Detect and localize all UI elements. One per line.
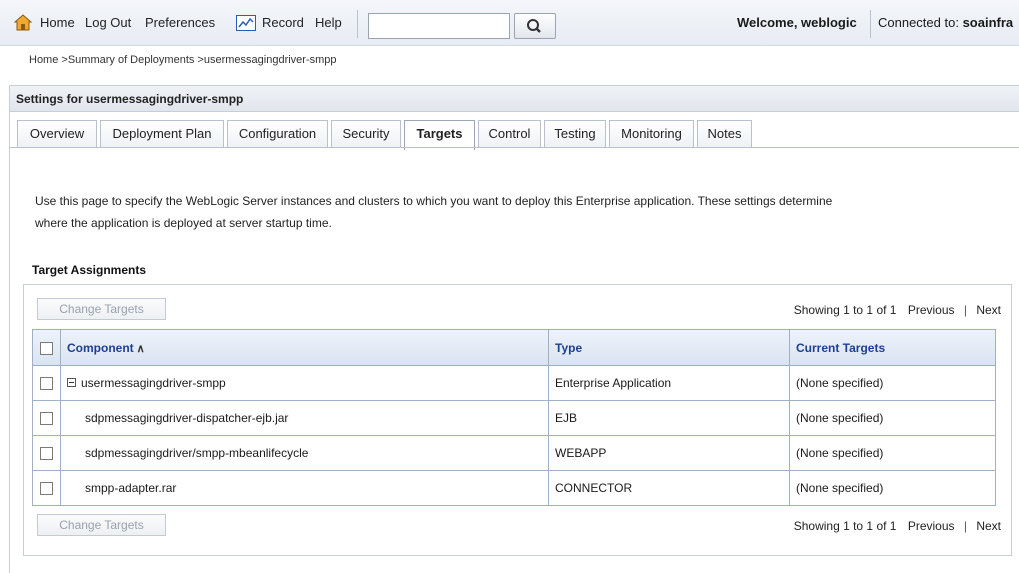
next-link[interactable]: Next [976,519,1001,533]
help-link[interactable]: Help [315,15,342,30]
type-cell: Enterprise Application [548,365,790,401]
record-link[interactable]: Record [262,15,304,30]
breadcrumb-separator: > [58,54,68,66]
type-cell: EJB [548,400,790,436]
component-cell: smpp-adapter.rar [60,470,549,506]
table-row: smpp-adapter.rar CONNECTOR (None specifi… [32,470,996,506]
tab-overview[interactable]: Overview [17,120,97,148]
breadcrumb-current: usermessagingdriver-smpp [203,54,337,66]
preferences-link[interactable]: Preferences [145,15,215,30]
tab-deployment-plan[interactable]: Deployment Plan [100,120,224,148]
row-checkbox[interactable] [40,412,53,426]
home-link[interactable]: Home [40,15,75,30]
paging-separator: | [963,519,967,533]
row-select-cell [32,435,61,471]
target-assignments-box: Change Targets Showing 1 to 1 of 1 Previ… [23,284,1012,556]
search-icon [527,19,541,33]
top-toolbar: Home Log Out Preferences Record Help Wel… [0,0,1019,46]
row-select-cell [32,470,61,506]
column-header-component[interactable]: Component ∧ [60,329,549,366]
tab-divider [10,147,1019,148]
table-row: sdpmessagingdriver-dispatcher-ejb.jar EJ… [32,400,996,436]
row-checkbox[interactable] [40,377,53,391]
row-select-cell [32,365,61,401]
panel-header: Settings for usermessagingdriver-smpp [10,86,1019,112]
pagination: Showing 1 to 1 of 1 Previous | Next [794,303,1001,317]
table-row: sdpmessagingdriver/smpp-mbeanlifecycle W… [32,435,996,471]
page-title: Settings for usermessagingdriver-smpp [16,92,244,106]
previous-link[interactable]: Previous [908,303,955,317]
toolbar-divider [870,10,871,38]
type-cell: CONNECTOR [548,470,790,506]
column-header-label: Component [67,340,134,355]
column-header-type[interactable]: Type [548,329,790,366]
targets-cell: (None specified) [789,400,996,436]
tab-notes[interactable]: Notes [697,120,752,148]
home-icon[interactable] [14,14,32,31]
paging-status: Showing 1 to 1 of 1 [793,519,897,533]
change-targets-button[interactable]: Change Targets [37,514,166,536]
connected-status: Connected to: soainfra [878,15,1013,30]
component-cell: sdpmessagingdriver-dispatcher-ejb.jar [60,400,549,436]
search-button[interactable] [514,13,556,39]
description-line: where the application is deployed at ser… [35,216,332,230]
paging-separator: | [963,303,967,317]
target-assignments-table: Component ∧ Type Current Targets usermess… [32,329,996,506]
page-description: Use this page to specify the WebLogic Se… [35,190,985,234]
sort-ascending-icon: ∧ [136,342,145,355]
targets-cell: (None specified) [789,470,996,506]
targets-cell: (None specified) [789,365,996,401]
target-assignments-heading: Target Assignments [32,263,147,277]
logout-link[interactable]: Log Out [85,15,131,30]
paging-status: Showing 1 to 1 of 1 [793,303,897,317]
table-row: usermessagingdriver-smpp Enterprise Appl… [32,365,996,401]
row-select-cell [32,400,61,436]
tab-control[interactable]: Control [478,120,541,148]
breadcrumb: Home >Summary of Deployments >usermessag… [29,54,337,66]
record-icon[interactable] [236,15,256,31]
welcome-text: Welcome, weblogic [737,15,857,30]
connected-domain: soainfra [962,15,1014,30]
table-header-row: Component ∧ Type Current Targets [32,329,996,366]
previous-link[interactable]: Previous [908,519,955,533]
connected-label: Connected to: [878,15,963,30]
breadcrumb-summary-of-deployments[interactable]: Summary of Deployments [68,54,195,66]
tab-targets[interactable]: Targets [404,120,475,150]
row-checkbox[interactable] [40,447,53,461]
breadcrumb-home[interactable]: Home [29,54,58,66]
tab-monitoring[interactable]: Monitoring [609,120,694,148]
collapse-icon[interactable] [67,378,76,388]
toolbar-divider [357,10,358,38]
search-input[interactable] [368,13,510,39]
description-line: Use this page to specify the WebLogic Se… [35,194,833,208]
tab-security[interactable]: Security [331,120,401,148]
change-targets-button[interactable]: Change Targets [37,298,166,320]
tab-testing[interactable]: Testing [544,120,606,148]
pagination: Showing 1 to 1 of 1 Previous | Next [794,519,1001,533]
component-cell: sdpmessagingdriver/smpp-mbeanlifecycle [60,435,549,471]
breadcrumb-separator: > [194,54,204,66]
column-header-current-targets[interactable]: Current Targets [789,329,996,366]
component-cell: usermessagingdriver-smpp [60,365,549,401]
row-checkbox[interactable] [40,482,53,496]
type-cell: WEBAPP [548,435,790,471]
select-all-cell [32,329,61,366]
next-link[interactable]: Next [976,303,1001,317]
settings-panel: Settings for usermessagingdriver-smpp Ov… [9,85,1019,573]
component-name: usermessagingdriver-smpp [81,376,226,390]
targets-cell: (None specified) [789,435,996,471]
tab-configuration[interactable]: Configuration [227,120,328,148]
select-all-checkbox[interactable] [40,341,53,355]
